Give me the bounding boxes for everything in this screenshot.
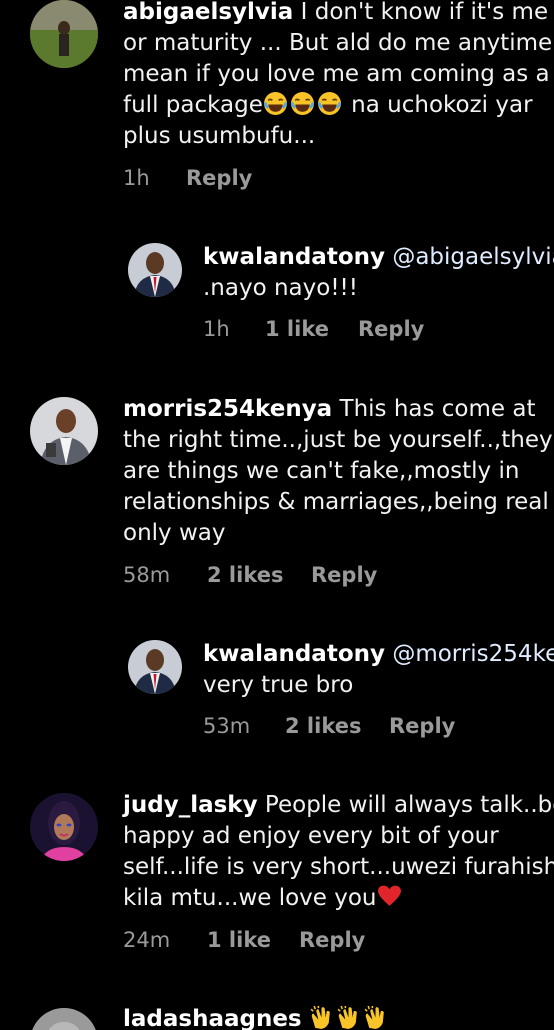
likes-count[interactable]: 2 likes: [285, 714, 389, 738]
comment-time: 24m: [123, 928, 171, 952]
likes-count[interactable]: 1 like: [265, 317, 358, 341]
avatar[interactable]: [30, 793, 98, 861]
comment-text: I don't know if it's me: [300, 0, 549, 25]
comment-username[interactable]: morris254kenya: [123, 396, 332, 422]
reply-button[interactable]: Reply: [311, 563, 377, 587]
comment-username[interactable]: kwalandatony: [203, 641, 385, 667]
comment-text: very true bro: [203, 672, 354, 698]
mention-link[interactable]: @morris254ken: [392, 641, 554, 667]
comment-text: full package: [123, 92, 263, 118]
comment-text: are things we can't fake,,mostly in: [123, 458, 520, 484]
avatar[interactable]: [30, 397, 98, 465]
comment-text: kila mtu...we love you: [123, 885, 377, 911]
red-heart-icon: [377, 884, 402, 909]
laughing-emoji-icon: [263, 91, 288, 116]
comment-text: plus usumbufu...: [123, 123, 316, 149]
comment-text: na uchokozi yar: [343, 92, 533, 118]
reply-button[interactable]: Reply: [186, 166, 252, 190]
avatar[interactable]: [30, 1008, 98, 1030]
reply-button[interactable]: Reply: [299, 928, 365, 952]
avatar[interactable]: [128, 640, 182, 694]
reply-button[interactable]: Reply: [358, 317, 424, 341]
comment-text: self...life is very short...uwezi furahi…: [123, 854, 554, 880]
comment-time: 1h: [203, 317, 230, 341]
comment-username[interactable]: kwalandatony: [203, 244, 385, 270]
avatar-photo-kwalandatony: [128, 640, 182, 694]
avatar-photo-morris254kenya: [30, 397, 98, 465]
comment-text: the right time..,just be yourself..,they: [123, 427, 553, 453]
likes-count[interactable]: 2 likes: [207, 563, 311, 587]
comment-text: or maturity ... But ald do me anytime: [123, 30, 553, 56]
comment-text: happy ad enjoy every bit of your: [123, 823, 499, 849]
comment-text: This has come at: [339, 396, 536, 422]
avatar-photo-abigaelsylvia: [30, 0, 98, 68]
clapping-hands-icon: [336, 1005, 361, 1030]
comment-username[interactable]: judy_lasky: [123, 792, 258, 818]
avatar-photo-kwalandatony: [128, 243, 182, 297]
comment-username[interactable]: ladashaagnes: [123, 1006, 302, 1030]
comment-text: only way: [123, 520, 226, 546]
reply-button[interactable]: Reply: [389, 714, 455, 738]
clapping-hands-icon: [363, 1005, 388, 1030]
likes-count[interactable]: 1 like: [207, 928, 299, 952]
comment-text: mean if you love me am coming as a: [123, 61, 550, 87]
comment-time: 53m: [203, 714, 251, 738]
laughing-emoji-icon: [290, 91, 315, 116]
avatar[interactable]: [30, 0, 98, 68]
avatar-photo-ladashaagnes: [30, 1008, 98, 1030]
mention-link[interactable]: @abigaelsylvia: [392, 244, 554, 270]
comment-username[interactable]: abigaelsylvia: [123, 0, 293, 25]
comment-text: .nayo nayo!!!: [203, 275, 358, 301]
comment-time: 1h: [123, 166, 150, 190]
avatar[interactable]: [128, 243, 182, 297]
comment-text: relationships & marriages,,being real: [123, 489, 549, 515]
laughing-emoji-icon: [317, 91, 342, 116]
comment-time: 58m: [123, 563, 171, 587]
clapping-hands-icon: [309, 1005, 334, 1030]
comment-text: People will always talk..be: [264, 792, 554, 818]
avatar-photo-judy-lasky: [30, 793, 98, 861]
